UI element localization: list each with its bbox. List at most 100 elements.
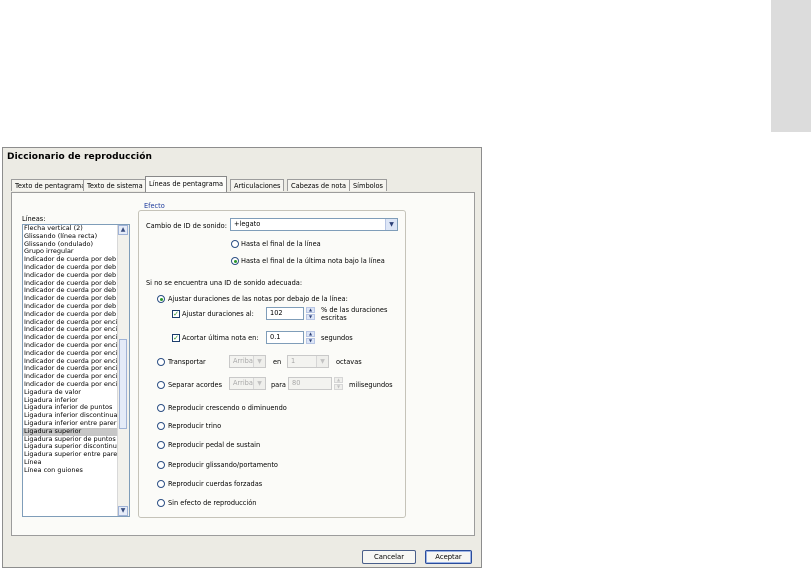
shorten-last-input[interactable]: 0.1 — [266, 331, 304, 344]
radio-transpose[interactable] — [157, 358, 165, 366]
radio-sustain[interactable] — [157, 441, 165, 449]
radio-trill[interactable] — [157, 422, 165, 430]
list-item[interactable]: Ligadura inferior de puntos — [23, 404, 119, 412]
list-scrollbar[interactable]: ▲ ▼ — [117, 225, 129, 516]
sound-id-value: +legato — [234, 220, 261, 228]
shorten-last-stepper[interactable]: ▲ ▼ — [306, 331, 315, 344]
adjust-to-input[interactable]: 102 — [266, 307, 304, 320]
radio-forced-strings[interactable] — [157, 480, 165, 488]
list-item[interactable]: Ligadura inferior discontinua — [23, 412, 119, 420]
transpose-unit-label: octavas — [336, 358, 362, 366]
list-item[interactable]: Ligadura inferior — [23, 397, 119, 405]
list-item[interactable]: Indicador de cuerda por enci — [23, 334, 119, 342]
chevron-down-icon[interactable]: ▼ — [316, 356, 328, 367]
tab-articulations[interactable]: Articulaciones — [230, 179, 285, 191]
radio-glissando-label: Reproducir glissando/portamento — [168, 461, 278, 469]
tab-symbols[interactable]: Símbolos — [349, 179, 387, 191]
adjust-to-stepper[interactable]: ▲ ▼ — [306, 307, 315, 320]
transpose-en-label: en — [273, 358, 282, 366]
stepper-up-icon[interactable]: ▲ — [306, 331, 315, 337]
list-item[interactable]: Indicador de cuerda por deb — [23, 280, 119, 288]
lines-label: Líneas: — [22, 215, 46, 223]
adjust-to-unit-line1: % de las duraciones — [321, 306, 388, 314]
lines-listbox[interactable]: Flecha vertical (2) Glissando (línea rect… — [22, 224, 130, 517]
radio-glissando[interactable] — [157, 461, 165, 469]
list-item[interactable]: Glissando (ondulado) — [23, 241, 119, 249]
list-item[interactable]: Indicador de cuerda por enci — [23, 319, 119, 327]
split-direction-combo[interactable]: Arriba ▼ — [229, 377, 266, 390]
list-item[interactable]: Grupo irregular — [23, 248, 119, 256]
list-item[interactable]: Indicador de cuerda por enci — [23, 326, 119, 334]
radio-trill-label: Reproducir trino — [168, 422, 222, 430]
shorten-last-label: Acortar última nota en: — [182, 334, 259, 342]
list-item[interactable]: Indicador de cuerda por enci — [23, 373, 119, 381]
stepper-down-icon[interactable]: ▼ — [306, 314, 315, 320]
radio-transpose-label: Transportar — [168, 358, 206, 366]
list-item[interactable]: Indicador de cuerda por enci — [23, 365, 119, 373]
list-item[interactable]: Línea — [23, 459, 119, 467]
transpose-direction-value: Arriba — [233, 357, 253, 365]
tab-noteheads[interactable]: Cabezas de nota — [287, 179, 351, 191]
radio-adjust-durations[interactable] — [157, 295, 165, 303]
shorten-last-unit: segundos — [321, 334, 353, 342]
list-item[interactable]: Ligadura de valor — [23, 389, 119, 397]
list-item[interactable]: Indicador de cuerda por enci — [23, 358, 119, 366]
effect-group-title: Efecto — [142, 202, 167, 210]
transpose-direction-combo[interactable]: Arriba ▼ — [229, 355, 266, 368]
split-ms-stepper[interactable]: ▲ ▼ — [334, 377, 343, 390]
tab-staff-lines[interactable]: Líneas de pentagrama — [145, 176, 228, 192]
radio-no-effect[interactable] — [157, 499, 165, 507]
list-item[interactable]: Glissando (línea recta) — [23, 233, 119, 241]
list-item[interactable]: Indicador de cuerda por enci — [23, 350, 119, 358]
stepper-up-icon[interactable]: ▲ — [306, 307, 315, 313]
page-edge-tab — [771, 0, 811, 132]
list-item[interactable]: Ligadura inferior entre parer — [23, 420, 119, 428]
radio-crescendo[interactable] — [157, 404, 165, 412]
list-item[interactable]: Indicador de cuerda por deb — [23, 311, 119, 319]
radio-split-chords-label: Separar acordes — [168, 381, 222, 389]
adjust-to-unit-line2: escritas — [321, 314, 347, 322]
cancel-button[interactable]: Cancelar — [362, 550, 416, 564]
scroll-up-arrow-icon[interactable]: ▲ — [118, 225, 128, 235]
checkbox-shorten-last[interactable]: ✓ — [172, 334, 180, 342]
stepper-up-icon[interactable]: ▲ — [334, 377, 343, 383]
list-item[interactable]: Ligadura superior discontinu — [23, 443, 119, 451]
sound-id-combo[interactable]: +legato ▼ — [230, 218, 398, 231]
scroll-thumb[interactable] — [119, 339, 127, 429]
radio-split-chords[interactable] — [157, 381, 165, 389]
list-item[interactable]: Flecha vertical (2) — [23, 225, 119, 233]
list-item[interactable]: Indicador de cuerda por enci — [23, 342, 119, 350]
list-item[interactable]: Ligadura superior entre pare — [23, 451, 119, 459]
accept-button[interactable]: Aceptar — [425, 550, 472, 564]
radio-adjust-durations-label: Ajustar duraciones de las notas por deba… — [168, 295, 348, 303]
radio-sustain-label: Reproducir pedal de sustain — [168, 441, 261, 449]
radio-to-end-of-line-label: Hasta el final de la línea — [241, 240, 321, 248]
list-item[interactable]: Indicador de cuerda por enci — [23, 381, 119, 389]
radio-to-end-of-line[interactable] — [231, 240, 239, 248]
stepper-down-icon[interactable]: ▼ — [306, 338, 315, 344]
list-item[interactable]: Ligadura superior de puntos — [23, 436, 119, 444]
checkbox-adjust-to[interactable]: ✓ — [172, 310, 180, 318]
scroll-down-arrow-icon[interactable]: ▼ — [118, 506, 128, 516]
list-item[interactable]: Indicador de cuerda por deb — [23, 264, 119, 272]
fallback-label: Si no se encuentra una ID de sonido adec… — [146, 279, 303, 287]
list-item[interactable]: Indicador de cuerda por deb — [23, 256, 119, 264]
radio-to-last-note[interactable] — [231, 257, 239, 265]
tab-staff-text[interactable]: Texto de pentagrama — [11, 179, 90, 191]
stepper-down-icon[interactable]: ▼ — [334, 384, 343, 390]
list-item[interactable]: Línea con guiones — [23, 467, 119, 475]
split-ms-input[interactable]: 80 — [288, 377, 332, 390]
chevron-down-icon[interactable]: ▼ — [253, 356, 265, 367]
tab-system-text[interactable]: Texto de sistema — [83, 179, 147, 191]
list-item[interactable]: Indicador de cuerda por deb — [23, 295, 119, 303]
radio-no-effect-label: Sin efecto de reproducción — [168, 499, 257, 507]
list-item[interactable]: Ligadura superior — [23, 427, 119, 436]
list-item[interactable]: Indicador de cuerda por deb — [23, 303, 119, 311]
transpose-count-value: 1 — [291, 357, 296, 365]
list-item[interactable]: Indicador de cuerda por deb — [23, 287, 119, 295]
chevron-down-icon[interactable]: ▼ — [253, 378, 265, 389]
list-item[interactable]: Indicador de cuerda por deb — [23, 272, 119, 280]
chevron-down-icon[interactable]: ▼ — [385, 219, 397, 230]
radio-to-last-note-label: Hasta el final de la última nota bajo la… — [241, 257, 385, 265]
transpose-count-combo[interactable]: 1 ▼ — [287, 355, 329, 368]
